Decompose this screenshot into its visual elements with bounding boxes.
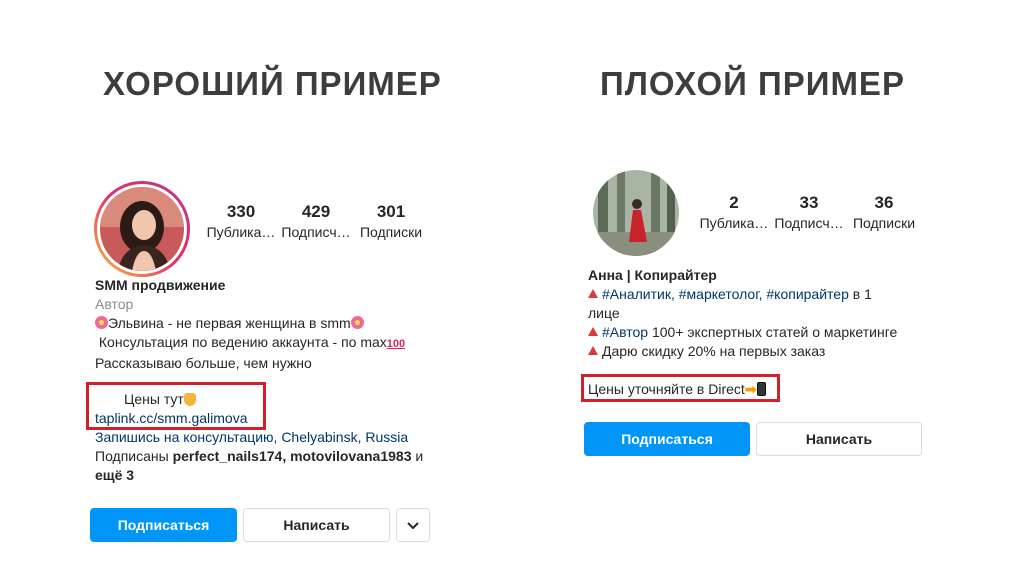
followers-stat[interactable]: 33 Подписч… bbox=[769, 193, 849, 233]
subscribe-button[interactable]: Подписаться bbox=[584, 422, 750, 456]
bio-line-1b: лице bbox=[588, 305, 620, 321]
hundred-icon: 100 bbox=[386, 338, 406, 350]
following-count: 36 bbox=[874, 193, 894, 212]
followers-count: 429 bbox=[301, 202, 331, 221]
red-triangle-icon bbox=[588, 289, 598, 298]
flower-icon bbox=[95, 316, 108, 329]
posts-count: 330 bbox=[226, 202, 256, 221]
bio-line-1: Эльвина - не первая женщина в smm bbox=[95, 314, 405, 333]
profile-category: Автор bbox=[95, 296, 134, 312]
posts-label: Публика… bbox=[699, 215, 769, 231]
highlight-box bbox=[581, 374, 780, 402]
subscribe-button[interactable]: Подписаться bbox=[90, 508, 237, 542]
avatar-photo-icon bbox=[593, 170, 679, 256]
followed-by-line[interactable]: Подписаны perfect_nails174, motovilovana… bbox=[95, 447, 423, 466]
chevron-down-icon bbox=[407, 522, 419, 530]
posts-count: 2 bbox=[729, 193, 739, 212]
bio-line-2: #Автор 100+ экспертных статей о маркетин… bbox=[588, 323, 897, 342]
bad-bio: Анна | Копирайтер #Аналитик, #маркетолог… bbox=[588, 266, 897, 361]
bio-line-3: Дарю скидку 20% на первых заказ bbox=[588, 342, 897, 361]
hashtag[interactable]: #Автор bbox=[602, 324, 648, 340]
posts-stat[interactable]: 330 Публика… bbox=[201, 202, 281, 242]
profile-name: SMM продвижение bbox=[95, 277, 226, 293]
suggestions-button[interactable] bbox=[396, 508, 430, 542]
following-label: Подписки bbox=[852, 215, 916, 231]
followers-stat[interactable]: 429 Подписч… bbox=[276, 202, 356, 242]
followers-count: 33 bbox=[799, 193, 819, 212]
following-stat[interactable]: 301 Подписки bbox=[351, 202, 431, 242]
avatar[interactable] bbox=[100, 187, 184, 271]
bio-line-3: Рассказываю больше, чем нужно bbox=[95, 355, 312, 371]
avatar[interactable] bbox=[593, 170, 679, 256]
red-triangle-icon bbox=[588, 327, 598, 336]
following-count: 301 bbox=[376, 202, 406, 221]
followed-by-more[interactable]: ещё 3 bbox=[95, 466, 423, 485]
followers-label: Подписч… bbox=[281, 224, 351, 240]
good-bio: SMM продвижение Автор Эльвина - не перва… bbox=[95, 276, 405, 373]
avatar-photo-icon bbox=[100, 187, 184, 271]
good-bio-extra: Запишись на консультацию, Chelyabinsk, R… bbox=[95, 428, 423, 485]
posts-stat[interactable]: 2 Публика… bbox=[694, 193, 774, 233]
following-stat[interactable]: 36 Подписки bbox=[844, 193, 924, 233]
contact-line: Запишись на консультацию, Chelyabinsk, R… bbox=[95, 429, 409, 445]
profile-name: Анна | Копирайтер bbox=[588, 267, 717, 283]
country-link[interactable]: Russia bbox=[365, 429, 408, 445]
red-triangle-icon bbox=[588, 346, 598, 355]
good-example-heading: ХОРОШИЙ ПРИМЕР bbox=[103, 65, 442, 102]
hashtags[interactable]: #Аналитик, #маркетолог, #копирайтер bbox=[602, 286, 849, 302]
following-label: Подписки bbox=[359, 224, 423, 240]
bio-line-2: Консультация по ведению аккаунта - по ma… bbox=[98, 334, 406, 350]
contact-button[interactable]: Запишись на консультацию, bbox=[95, 429, 281, 445]
message-button[interactable]: Написать bbox=[756, 422, 922, 456]
city-link[interactable]: Chelyabinsk bbox=[281, 429, 357, 445]
flower-icon bbox=[350, 316, 364, 329]
message-button[interactable]: Написать bbox=[243, 508, 390, 542]
highlight-box bbox=[86, 382, 266, 430]
followers-label: Подписч… bbox=[774, 215, 844, 231]
bio-line-1: #Аналитик, #маркетолог, #копирайтер в 1 bbox=[588, 285, 897, 304]
bad-example-heading: ПЛОХОЙ ПРИМЕР bbox=[600, 65, 905, 102]
posts-label: Публика… bbox=[206, 224, 276, 240]
